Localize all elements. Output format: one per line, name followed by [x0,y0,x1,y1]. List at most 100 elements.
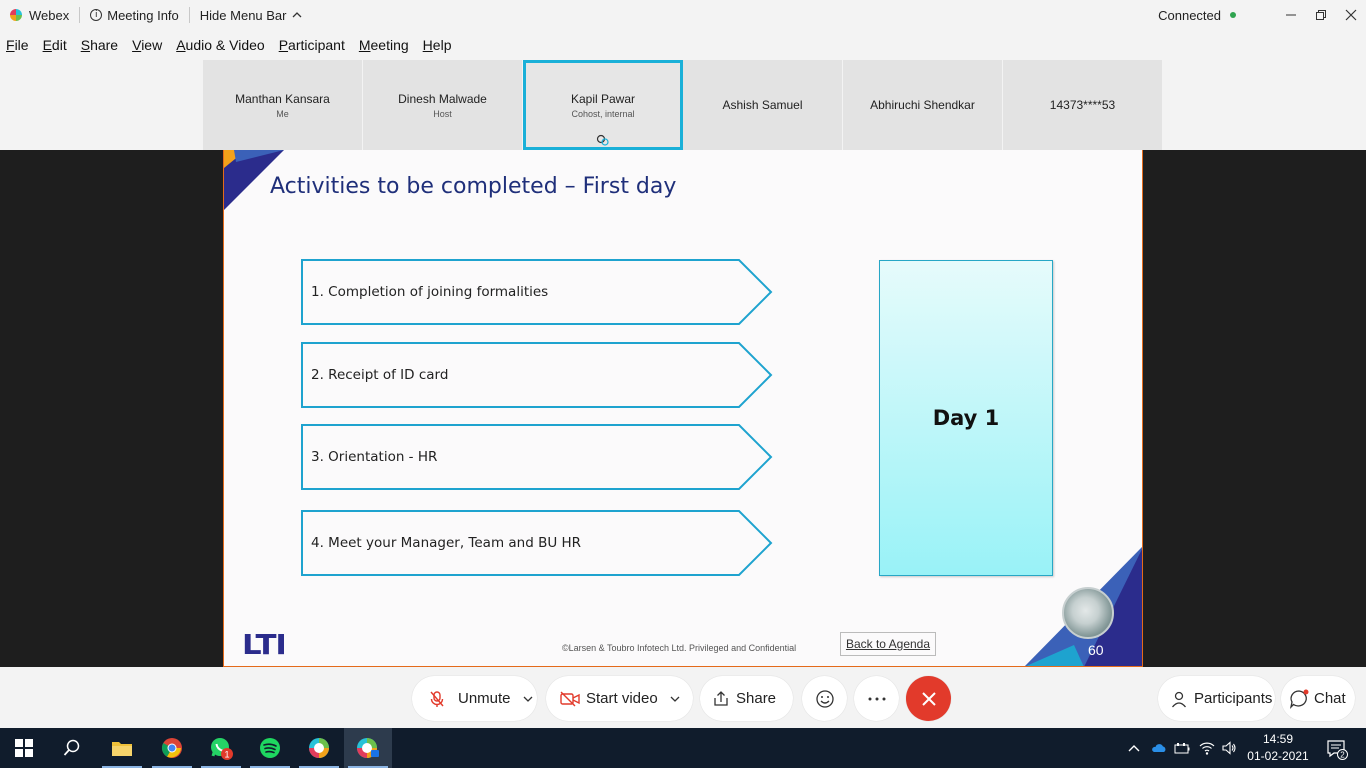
volume-icon[interactable] [1221,740,1237,756]
whatsapp-badge-count: 1 [224,750,229,760]
wifi-icon[interactable] [1199,740,1215,756]
menu-meeting[interactable]: Meeting [359,37,409,53]
activity-arrow: 2. Receipt of ID card [301,342,773,408]
connection-status: Connected [1158,8,1236,23]
show-hidden-icons-icon[interactable] [1126,740,1142,756]
chevron-down-icon[interactable] [523,694,533,704]
chat-icon [1289,689,1309,709]
chrome-button[interactable] [148,728,196,768]
chat-button[interactable]: Chat [1281,676,1355,721]
notification-count: 2 [1340,751,1345,760]
participant-name: 14373****53 [1049,98,1116,112]
leave-meeting-button[interactable] [906,676,951,721]
speaking-icon [596,134,609,146]
menu-audio-video[interactable]: Audio & Video [176,37,264,53]
webex-meeting-taskbar-button[interactable] [344,728,392,768]
webex-logo-icon [10,9,22,21]
participant-tile[interactable]: 14373****53 [1003,60,1163,150]
back-to-agenda-link[interactable]: Back to Agenda [840,632,936,656]
unmute-label: Unmute [458,690,511,707]
spotify-button[interactable] [246,728,294,768]
start-button[interactable] [0,728,48,768]
activity-text: 1. Completion of joining formalities [311,284,549,300]
more-options-button[interactable] [854,676,899,721]
file-explorer-button[interactable] [98,728,146,768]
taskbar-clock[interactable]: 14:59 01-02-2021 [1246,731,1310,765]
menu-view[interactable]: View [132,37,162,53]
participant-tile[interactable]: Manthan Kansara Me [203,60,363,150]
webex-taskbar-button[interactable] [295,728,343,768]
video-off-icon [560,691,580,706]
participant-name: Ashish Samuel [722,98,803,112]
close-button[interactable] [1336,0,1366,30]
share-button[interactable]: Share [700,676,793,721]
info-icon: i [90,9,103,21]
app-name: Webex [29,7,70,23]
shared-slide: Activities to be completed – First day 1… [223,150,1143,667]
search-button[interactable] [48,728,96,768]
share-label: Share [736,690,777,707]
activity-arrow: 4. Meet your Manager, Team and BU HR [301,510,773,576]
chevron-down-icon[interactable] [670,694,680,704]
participant-tile[interactable]: Dinesh Malwade Host [363,60,523,150]
slide-title: Activities to be completed – First day [270,174,677,199]
activity-text: 3. Orientation - HR [311,449,438,465]
windows-logo-icon [15,739,33,757]
participant-role: Me [276,108,289,119]
activity-text: 4. Meet your Manager, Team and BU HR [311,535,582,551]
menu-share[interactable]: Share [81,37,118,53]
folder-icon [112,742,132,756]
battery-icon[interactable] [1174,740,1190,756]
lti-logo: LTI [242,628,287,661]
participant-name: Kapil Pawar [570,91,636,106]
hide-menu-bar-label: Hide Menu Bar [199,7,287,23]
minimize-icon [1286,14,1296,16]
start-video-label: Start video [586,690,658,707]
minimize-button[interactable] [1276,0,1306,30]
activity-arrow: 1. Completion of joining formalities [301,259,773,325]
restore-button[interactable] [1306,0,1336,30]
participant-strip: Manthan Kansara Me Dinesh Malwade Host K… [203,60,1163,150]
notifications-icon[interactable]: 2 [1326,738,1348,760]
participant-role: Cohost, internal [571,108,635,119]
spotify-icon [260,738,280,758]
menu-edit[interactable]: Edit [43,37,67,53]
unmute-button[interactable]: Unmute [412,676,537,721]
participants-button[interactable]: Participants [1158,676,1275,721]
onedrive-icon[interactable] [1151,740,1167,756]
connected-indicator-icon [1230,12,1236,18]
activity-text: 2. Receipt of ID card [311,367,449,383]
chevron-up-icon [292,12,301,18]
windows-taskbar: 1 14:59 01-02-2021 2 [0,728,1366,768]
meeting-info-button[interactable]: i Meeting Info [80,0,189,30]
activity-arrow: 3. Orientation - HR [301,424,773,490]
hide-menu-bar-button[interactable]: Hide Menu Bar [190,0,313,30]
chrome-icon [161,738,182,758]
app-title[interactable]: Webex [0,0,79,30]
participant-tile[interactable]: Ashish Samuel [683,60,843,150]
day-label: Day 1 [932,406,1000,430]
participant-name: Abhiruchi Shendkar [870,98,975,112]
title-bar: Webex i Meeting Info Hide Menu Bar Conne… [0,0,1366,30]
participant-name: Manthan Kansara [235,91,330,106]
participant-tile[interactable]: Abhiruchi Shendkar [843,60,1003,150]
clock-time: 14:59 [1262,732,1294,746]
active-speaker-tile[interactable]: Kapil Pawar Cohost, internal [523,60,683,150]
slide-footer-copyright: ©Larsen & Toubro Infotech Ltd. Privilege… [562,643,797,653]
menu-file[interactable]: File [6,37,29,53]
microphone-muted-icon [430,690,444,707]
close-icon [1345,9,1357,21]
connection-status-label: Connected [1158,7,1221,23]
close-icon [921,691,936,706]
day-box: Day 1 [879,260,1053,576]
start-video-button[interactable]: Start video [546,676,693,721]
meeting-info-label: Meeting Info [107,7,179,23]
restore-icon [1316,10,1326,20]
menu-help[interactable]: Help [423,37,452,53]
title-bar-right: Connected [1158,0,1366,30]
menu-bar: File Edit Share View Audio & Video Parti… [0,30,1366,60]
menu-participant[interactable]: Participant [279,37,345,53]
whatsapp-icon: 1 [211,738,233,760]
whatsapp-button[interactable]: 1 [197,728,245,768]
reactions-button[interactable] [802,676,847,721]
